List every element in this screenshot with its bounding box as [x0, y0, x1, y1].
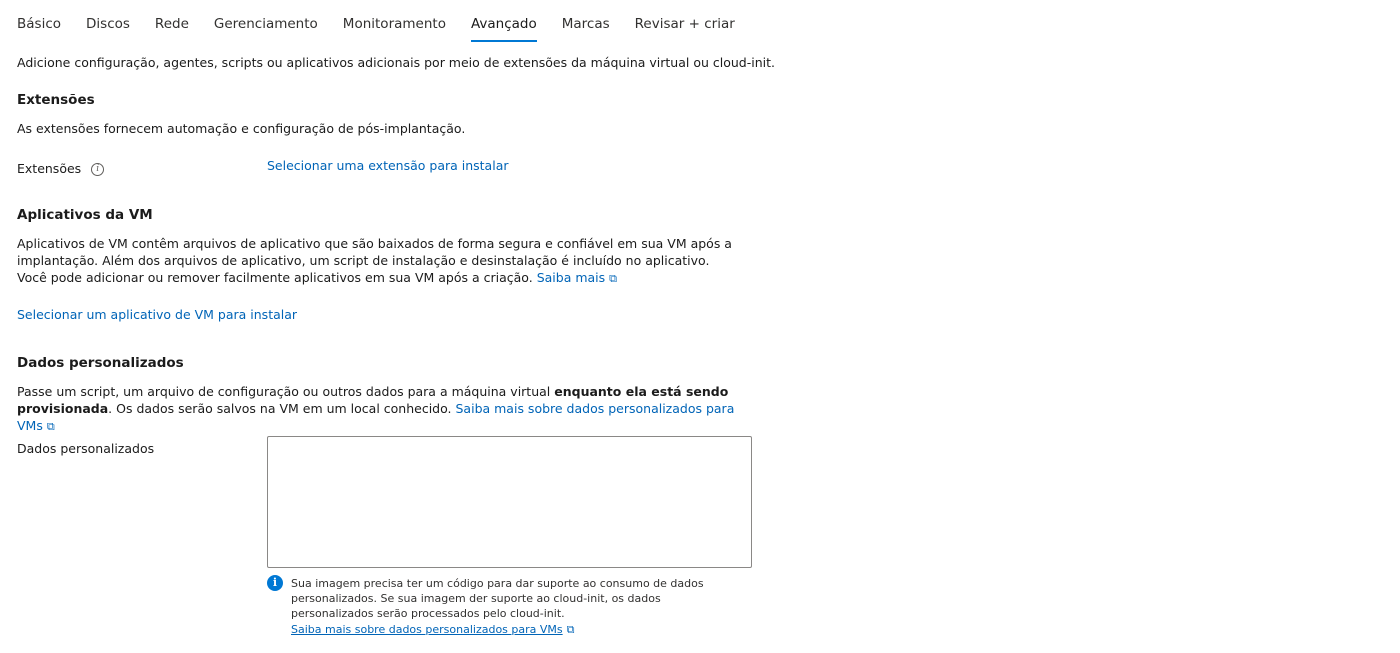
- custom-data-section-title: Dados personalizados: [17, 355, 184, 371]
- custom-data-info-link[interactable]: Saiba mais sobre dados personalizados pa…: [291, 623, 563, 636]
- vm-apps-description: Aplicativos de VM contêm arquivos de apl…: [17, 235, 739, 287]
- tab-revisar-criar[interactable]: Revisar + criar: [635, 0, 735, 42]
- vm-apps-learn-more-link[interactable]: Saiba mais ⧉: [537, 270, 617, 285]
- external-link-icon: ⧉: [46, 420, 55, 433]
- extensions-field-label: Extensões: [17, 161, 82, 176]
- external-link-icon: ⧉: [609, 272, 618, 285]
- tab-bar: Básico Discos Rede Gerenciamento Monitor…: [17, 0, 760, 42]
- vm-apps-section-title: Aplicativos da VM: [17, 207, 153, 223]
- custom-data-info-text: Sua imagem precisa ter um código para da…: [291, 576, 737, 637]
- tab-marcas[interactable]: Marcas: [562, 0, 610, 42]
- extensions-field: Extensões i: [17, 161, 105, 176]
- info-icon[interactable]: i: [91, 163, 105, 176]
- custom-data-description-suffix: . Os dados serão salvos na VM em um loca…: [108, 401, 456, 416]
- custom-data-textarea[interactable]: [267, 436, 752, 568]
- custom-data-description-prefix: Passe um script, um arquivo de configura…: [17, 384, 555, 399]
- external-link-icon: ⧉: [566, 622, 575, 636]
- tab-basico[interactable]: Básico: [17, 0, 61, 42]
- tab-discos[interactable]: Discos: [86, 0, 130, 42]
- info-badge-icon: i: [267, 575, 283, 591]
- custom-data-description: Passe um script, um arquivo de configura…: [17, 383, 739, 435]
- select-vm-app-link[interactable]: Selecionar um aplicativo de VM para inst…: [17, 307, 297, 322]
- vm-apps-description-text: Aplicativos de VM contêm arquivos de apl…: [17, 236, 732, 285]
- intro-text: Adicione configuração, agentes, scripts …: [17, 55, 775, 70]
- custom-data-field-label: Dados personalizados: [17, 441, 155, 456]
- custom-data-info-message: Sua imagem precisa ter um código para da…: [291, 577, 704, 621]
- tab-rede[interactable]: Rede: [155, 0, 189, 42]
- select-extension-link[interactable]: Selecionar uma extensão para instalar: [267, 158, 509, 173]
- tab-avancado[interactable]: Avançado: [470, 0, 537, 42]
- tab-monitoramento[interactable]: Monitoramento: [343, 0, 446, 42]
- extensions-section-title: Extensões: [17, 92, 95, 108]
- tab-gerenciamento[interactable]: Gerenciamento: [214, 0, 318, 42]
- extensions-description: As extensões fornecem automação e config…: [17, 121, 466, 136]
